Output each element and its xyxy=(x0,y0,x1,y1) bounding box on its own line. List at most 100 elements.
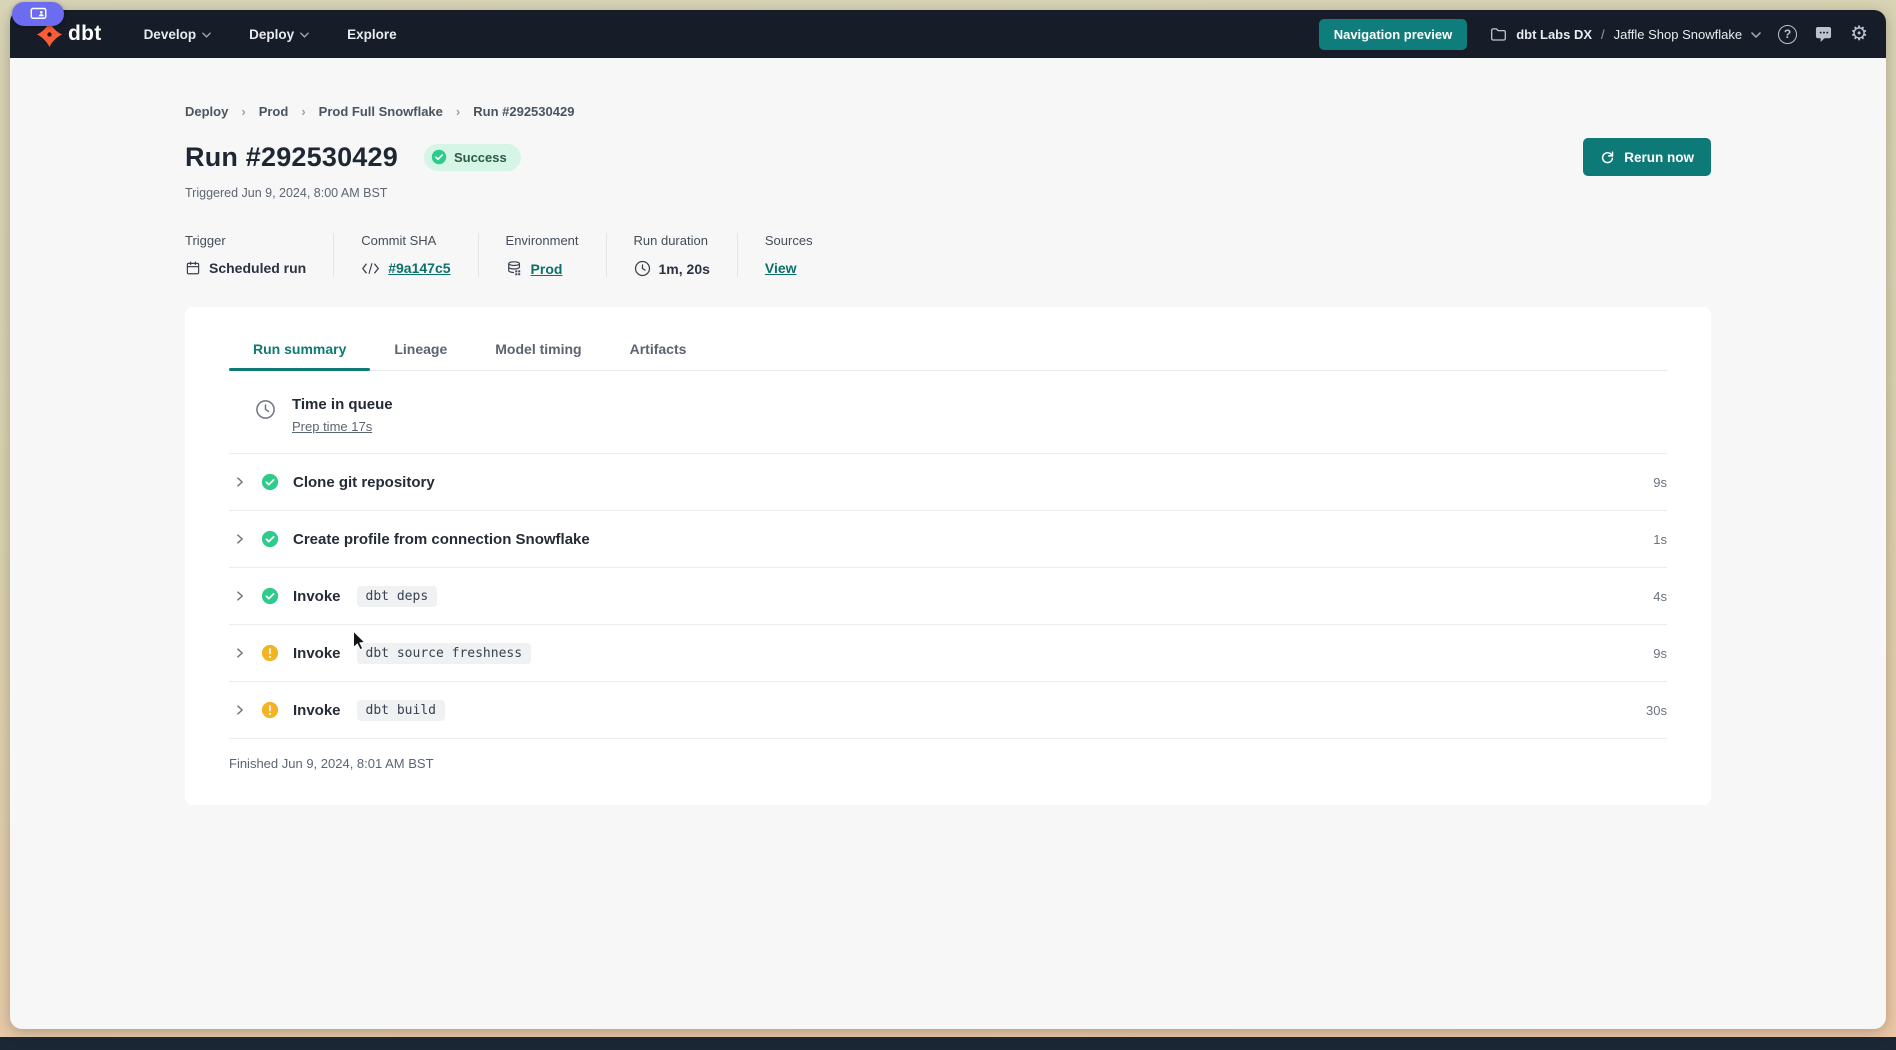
nav-item-label: Deploy xyxy=(249,27,294,42)
meta-value: 1m, 20s xyxy=(659,261,710,277)
success-check-icon xyxy=(261,473,279,491)
run-step-row[interactable]: Invoke dbt source freshness 9s xyxy=(229,625,1667,682)
chevron-right-icon[interactable] xyxy=(229,703,247,717)
tab-lineage[interactable]: Lineage xyxy=(370,333,471,370)
step-label: Invoke xyxy=(293,645,341,662)
account-name: dbt Labs DX xyxy=(1516,27,1592,42)
project-selector[interactable]: dbt Labs DX / Jaffle Shop Snowflake xyxy=(1490,27,1761,42)
status-badge-label: Success xyxy=(454,150,507,165)
run-metadata-row: TriggerScheduled run Commit SHA #9a147c5 En… xyxy=(185,233,1711,277)
run-summary-card: Run summaryLineageModel timingArtifacts … xyxy=(185,307,1711,805)
step-command-chip: dbt deps xyxy=(357,586,438,607)
page-title: Run #292530429 xyxy=(185,142,398,173)
help-glyph: ? xyxy=(1778,25,1797,44)
success-check-icon xyxy=(261,530,279,548)
queue-title: Time in queue xyxy=(292,396,393,413)
nav-item-deploy[interactable]: Deploy xyxy=(249,27,309,42)
top-navigation-bar: dbt DevelopDeployExplore Navigation prev… xyxy=(10,10,1886,58)
step-duration: 1s xyxy=(1653,532,1667,547)
breadcrumb-item[interactable]: Prod Full Snowflake xyxy=(319,104,443,119)
chevron-right-icon[interactable] xyxy=(229,589,247,603)
nav-item-develop[interactable]: Develop xyxy=(144,27,212,42)
breadcrumb-item[interactable]: Deploy xyxy=(185,104,228,119)
meta-column-trigger: TriggerScheduled run xyxy=(185,233,333,277)
page-header-row: Run #292530429 Success Rerun now xyxy=(185,138,1711,176)
navigation-preview-button[interactable]: Navigation preview xyxy=(1319,19,1467,50)
step-label: Invoke xyxy=(293,702,341,719)
step-label: Create profile from connection Snowflake xyxy=(293,531,590,548)
meta-label: Sources xyxy=(765,233,813,248)
status-badge: Success xyxy=(424,144,521,171)
gear-glyph: ⚙ xyxy=(1850,24,1868,44)
nav-item-explore[interactable]: Explore xyxy=(347,27,397,42)
meta-label: Commit SHA xyxy=(361,233,450,248)
run-steps-list: Clone git repository 9s Create profile fro… xyxy=(229,454,1667,739)
step-command-chip: dbt source freshness xyxy=(357,643,532,664)
meta-label: Environment xyxy=(506,233,579,248)
nav-left-group: dbt DevelopDeployExplore xyxy=(36,21,435,48)
triggered-timestamp: Triggered Jun 9, 2024, 8:00 AM BST xyxy=(185,186,1711,200)
rerun-now-label: Rerun now xyxy=(1624,150,1694,165)
refresh-icon xyxy=(1600,150,1615,165)
meta-label: Run duration xyxy=(634,233,710,248)
app-window: dbt DevelopDeployExplore Navigation prev… xyxy=(10,10,1886,1029)
chevron-right-icon[interactable] xyxy=(229,646,247,660)
run-step-row[interactable]: Invoke dbt deps 4s xyxy=(229,568,1667,625)
tab-run-summary[interactable]: Run summary xyxy=(229,333,370,370)
breadcrumb-item[interactable]: Prod xyxy=(259,104,289,119)
meta-value-row: #9a147c5 xyxy=(361,260,450,276)
step-duration: 9s xyxy=(1653,475,1667,490)
meta-value-link[interactable]: View xyxy=(765,260,797,276)
screen-share-icon xyxy=(30,7,47,21)
breadcrumb: Deploy › Prod › Prod Full Snowflake › Run #292… xyxy=(185,58,1711,119)
browser-extension-badge[interactable] xyxy=(12,2,64,26)
meta-value-row: 1m, 20s xyxy=(634,260,710,277)
breadcrumb-item[interactable]: Run #292530429 xyxy=(473,104,574,119)
nav-item-label: Explore xyxy=(347,27,397,42)
breadcrumb-separator: › xyxy=(456,104,460,119)
meta-value: Scheduled run xyxy=(209,260,306,276)
help-icon[interactable]: ? xyxy=(1778,25,1797,44)
prep-time-link[interactable]: Prep time 17s xyxy=(292,419,372,434)
desktop-bottom-strip xyxy=(0,1037,1896,1050)
success-check-icon xyxy=(431,149,447,165)
meta-column-commit-sha: Commit SHA #9a147c5 xyxy=(333,233,477,277)
folder-icon xyxy=(1490,27,1507,41)
chevron-down-icon xyxy=(202,32,211,38)
chevron-down-icon xyxy=(300,32,309,38)
warning-icon xyxy=(261,701,279,719)
step-duration: 30s xyxy=(1646,703,1667,718)
nav-right-group: Navigation preview dbt Labs DX / Jaffle … xyxy=(1319,19,1868,50)
run-step-row[interactable]: Invokedbt build30s xyxy=(229,682,1667,739)
run-step-row[interactable]: Create profile from connection Snowflake… xyxy=(229,511,1667,568)
queue-text-block: Time in queue Prep time 17s xyxy=(292,396,393,436)
chevron-right-icon[interactable] xyxy=(229,532,247,546)
tab-artifacts[interactable]: Artifacts xyxy=(606,333,711,370)
meta-value-link[interactable]: Prod xyxy=(531,261,563,277)
meta-value-row: View xyxy=(765,260,813,276)
tab-model-timing[interactable]: Model timing xyxy=(471,333,605,370)
rerun-now-button[interactable]: Rerun now xyxy=(1583,138,1711,176)
meta-value-link[interactable]: #9a147c5 xyxy=(388,260,450,276)
breadcrumb-separator: › xyxy=(301,104,305,119)
project-name: Jaffle Shop Snowflake xyxy=(1614,27,1742,42)
step-label: Invoke xyxy=(293,588,341,605)
meta-column-environment: Environment Prod xyxy=(478,233,606,277)
calendar-icon xyxy=(185,260,201,276)
tab-bar: Run summaryLineageModel timingArtifacts xyxy=(229,333,1667,371)
finished-timestamp: Finished Jun 9, 2024, 8:01 AM BST xyxy=(229,739,1667,771)
feedback-icon[interactable] xyxy=(1814,26,1833,43)
step-duration: 4s xyxy=(1653,589,1667,604)
run-step-row[interactable]: Clone git repository 9s xyxy=(229,454,1667,511)
meta-column-sources: Sources View xyxy=(737,233,840,277)
breadcrumb-separator: › xyxy=(241,104,245,119)
nav-items: Develop Deploy Explore xyxy=(144,27,435,42)
settings-gear-icon[interactable]: ⚙ xyxy=(1850,24,1868,44)
queue-clock-icon xyxy=(255,399,276,420)
clock-icon xyxy=(634,260,651,277)
step-duration: 9s xyxy=(1653,646,1667,661)
nav-item-label: Develop xyxy=(144,27,197,42)
step-label: Clone git repository xyxy=(293,474,435,491)
meta-value-row: Prod xyxy=(506,260,579,277)
chevron-right-icon[interactable] xyxy=(229,475,247,489)
